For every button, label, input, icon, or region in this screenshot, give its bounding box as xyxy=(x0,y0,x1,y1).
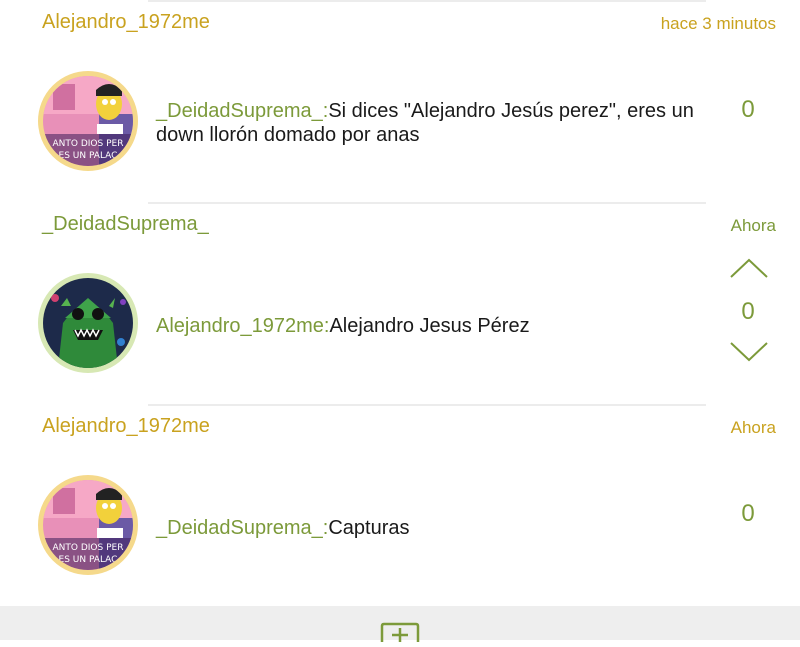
comment-time: hace 3 minutos xyxy=(660,14,776,33)
simpsons-character-avatar-image: ANTO DIOS PER ES UN PALAC xyxy=(43,480,133,570)
comment-body: _DeidadSuprema_:Si dices "Alejandro Jesú… xyxy=(156,99,696,147)
reply-mention[interactable]: Alejandro_1972me: xyxy=(156,315,329,337)
downvote-button[interactable] xyxy=(728,340,770,364)
bottom-bar xyxy=(0,606,800,642)
user-avatar[interactable] xyxy=(38,273,138,373)
user-avatar[interactable]: ANTO DIOS PER ES UN PALAC xyxy=(38,71,138,171)
comment-body: _DeidadSuprema_:Capturas xyxy=(156,516,696,540)
avatar-caption: ES UN PALAC xyxy=(59,555,118,565)
chevron-up-icon xyxy=(730,258,768,278)
avatar-caption: ES UN PALAC xyxy=(59,151,118,161)
comment-body: Alejandro_1972me:Alejandro Jesus Pérez xyxy=(156,314,696,338)
comment-author[interactable]: _DeidadSuprema_ xyxy=(42,213,209,236)
reply-mention[interactable]: _DeidadSuprema_: xyxy=(156,100,328,122)
reply-mention[interactable]: _DeidadSuprema_: xyxy=(156,517,328,539)
vote-count: 0 xyxy=(741,500,755,527)
divider xyxy=(148,0,706,2)
comment-time: Ahora xyxy=(730,418,776,437)
add-box-icon xyxy=(380,622,420,642)
comment-author[interactable]: Alejandro_1972me xyxy=(42,415,210,438)
green-dragon-avatar-image xyxy=(43,278,133,368)
simpsons-character-avatar-image: ANTO DIOS PER ES UN PALAC xyxy=(43,76,133,166)
add-button[interactable] xyxy=(380,622,420,642)
comment-time: Ahora xyxy=(730,216,776,235)
chevron-down-icon xyxy=(730,342,768,362)
comment-text: Capturas xyxy=(328,517,410,539)
comment-text: Alejandro Jesus Pérez xyxy=(329,315,530,337)
vote-count: 0 xyxy=(741,96,755,123)
vote-count: 0 xyxy=(741,298,755,325)
upvote-button[interactable] xyxy=(728,256,770,280)
divider xyxy=(148,202,706,204)
avatar-caption: ANTO DIOS PER xyxy=(53,139,124,149)
avatar-caption: ANTO DIOS PER xyxy=(53,543,124,553)
user-avatar[interactable]: ANTO DIOS PER ES UN PALAC xyxy=(38,475,138,575)
divider xyxy=(148,404,706,406)
comment-author[interactable]: Alejandro_1972me xyxy=(42,11,210,34)
